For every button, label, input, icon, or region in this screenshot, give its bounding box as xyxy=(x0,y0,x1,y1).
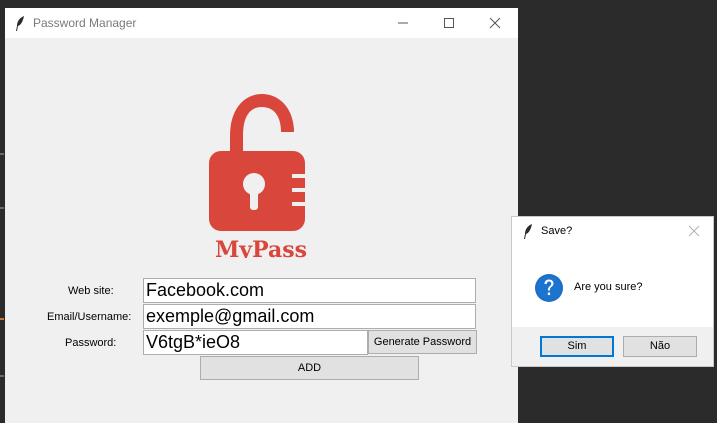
minimize-icon xyxy=(398,22,408,24)
dialog-title: Save? xyxy=(541,225,573,237)
yes-button[interactable]: Sim xyxy=(540,336,614,357)
close-button[interactable] xyxy=(472,8,518,38)
no-button[interactable]: Não xyxy=(623,336,697,357)
password-manager-window: Password Manager MyPass Web site: Email/… xyxy=(5,8,518,423)
logo-text: MyPass xyxy=(215,237,307,258)
save-confirm-dialog: Save? Are you sure? Sim Não xyxy=(511,216,714,367)
window-titlebar[interactable]: Password Manager xyxy=(5,8,518,38)
website-input[interactable]: Facebook.com xyxy=(143,278,476,303)
mypass-logo: MyPass xyxy=(209,94,307,258)
dialog-body: Are you sure? xyxy=(512,245,713,327)
dialog-titlebar[interactable]: Save? xyxy=(512,217,713,245)
email-input[interactable]: exemple@gmail.com xyxy=(143,304,476,329)
password-label: Password: xyxy=(65,337,117,349)
dialog-message: Are you sure? xyxy=(574,281,643,293)
generate-password-button[interactable]: Generate Password xyxy=(368,330,477,354)
maximize-icon xyxy=(444,18,454,28)
password-input[interactable]: V6tgB*ieO8 xyxy=(143,330,368,355)
website-label: Web site: xyxy=(68,285,114,297)
question-icon xyxy=(535,274,563,302)
add-button[interactable]: ADD xyxy=(200,356,419,380)
feather-icon xyxy=(524,224,532,239)
close-icon xyxy=(688,225,700,237)
close-icon xyxy=(489,17,501,29)
window-title: Password Manager xyxy=(33,16,137,30)
email-label: Email/Username: xyxy=(47,311,132,323)
feather-icon xyxy=(16,16,24,31)
open-padlock-icon xyxy=(209,94,305,231)
minimize-button[interactable] xyxy=(380,8,426,38)
maximize-button[interactable] xyxy=(426,8,472,38)
dialog-close-button[interactable] xyxy=(685,222,703,240)
